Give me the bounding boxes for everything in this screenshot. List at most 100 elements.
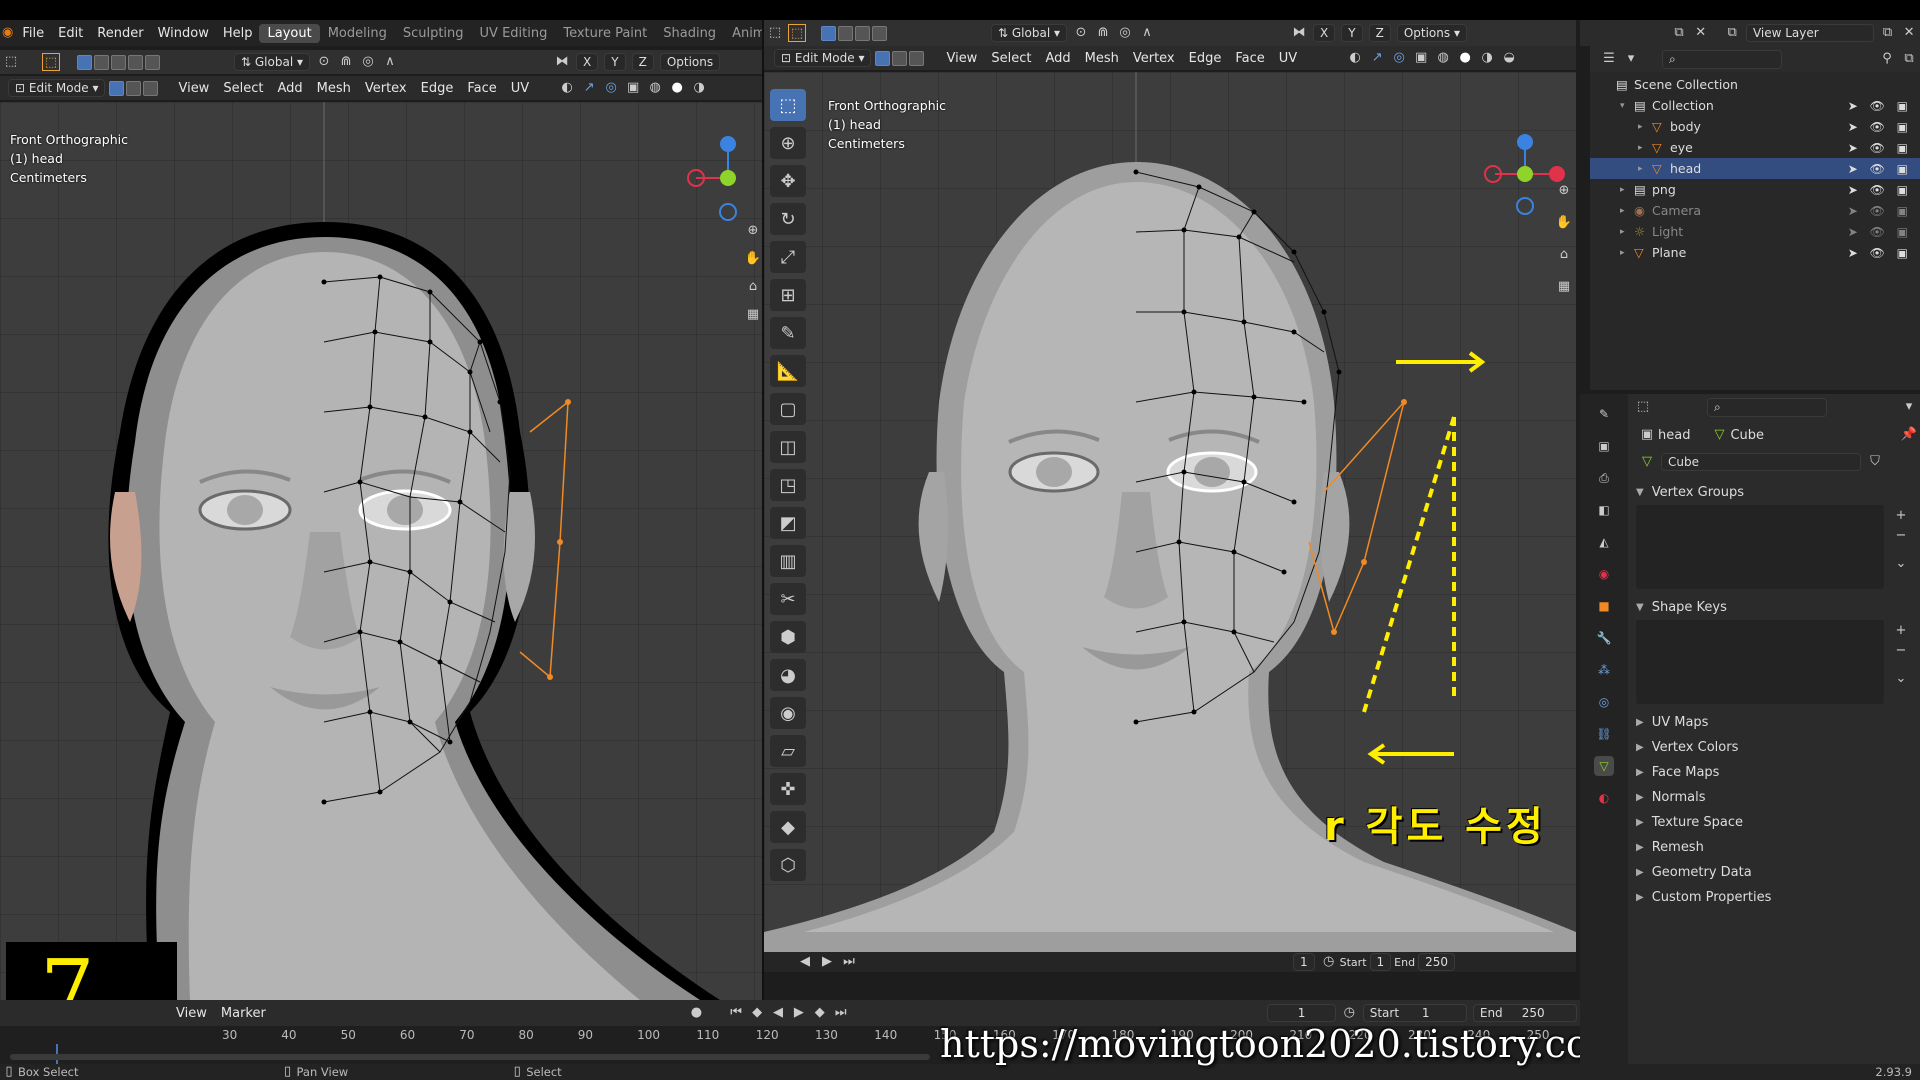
- wireframe-shading-icon[interactable]: ◍: [1434, 49, 1452, 67]
- smooth-tool[interactable]: ◉: [770, 697, 806, 729]
- expand-arrow-icon[interactable]: ▸: [1638, 164, 1652, 174]
- pin-icon[interactable]: 📌: [1900, 426, 1918, 444]
- extrude-tool[interactable]: ◫: [770, 431, 806, 463]
- shape-key-specials-icon[interactable]: ⌄: [1892, 670, 1910, 688]
- right-3d-viewport[interactable]: Front Orthographic (1) head Centimeters …: [764, 72, 1576, 972]
- property-section-collapsed[interactable]: ▶ Remesh: [1628, 835, 1920, 860]
- mirror-x-toggle[interactable]: X: [1313, 24, 1336, 42]
- options-dropdown[interactable]: Options: [659, 53, 721, 71]
- add-shape-key-icon[interactable]: +: [1892, 622, 1910, 640]
- timeline-menu-marker[interactable]: Marker: [214, 1006, 273, 1021]
- section-shape-keys[interactable]: ▼ Shape Keys: [1628, 595, 1920, 620]
- right-menu-view[interactable]: View: [939, 51, 984, 66]
- menu-window[interactable]: Window: [151, 26, 216, 41]
- end-frame-field[interactable]: End 250: [1472, 1004, 1578, 1022]
- outliner-row[interactable]: ▸ ☼ Light ➤ 👁 ▣: [1590, 221, 1920, 242]
- outliner-row[interactable]: ▸ ▽ head ➤ 👁 ▣: [1590, 158, 1920, 179]
- editor-type-icon[interactable]: ⬚: [2, 53, 20, 71]
- property-section-collapsed[interactable]: ▶ Vertex Colors: [1628, 735, 1920, 760]
- jump-end-icon[interactable]: ⏭: [832, 1004, 849, 1022]
- properties-editor[interactable]: ⬚ ⌕ ▾ ▣ head ▽ Cube 📌 ▽ Cube ⛉ ▼ Vertex G…: [1628, 394, 1920, 1064]
- output-props-icon[interactable]: ⎙: [1594, 468, 1614, 488]
- end-field[interactable]: 250: [1418, 953, 1455, 971]
- left-menu-uv[interactable]: UV: [504, 81, 536, 96]
- visibility-toggles-icon[interactable]: ➤ 👁 ▣: [1848, 204, 1912, 218]
- mirror-icon[interactable]: ⧓: [1290, 24, 1308, 42]
- fake-user-icon[interactable]: ⛉: [1866, 453, 1884, 471]
- right-menu-face[interactable]: Face: [1228, 51, 1271, 66]
- tab-modeling[interactable]: Modeling: [320, 24, 395, 43]
- filter-icon[interactable]: ⚲: [1878, 50, 1896, 68]
- left-3d-viewport[interactable]: Front Orthographic (1) head Centimeters …: [0, 102, 762, 1052]
- pan-hand-icon[interactable]: ✋: [1555, 214, 1573, 232]
- section-vertex-groups[interactable]: ▼ Vertex Groups: [1628, 480, 1920, 505]
- camera-view-icon[interactable]: ⌂: [744, 278, 762, 296]
- mode-extend-icon[interactable]: [838, 25, 853, 41]
- measure-tool[interactable]: 📐: [770, 355, 806, 387]
- mesh-browse-icon[interactable]: ▽: [1638, 453, 1656, 471]
- mirror-y-toggle[interactable]: Y: [1341, 24, 1363, 42]
- rendered-shading-icon[interactable]: ◒: [1500, 49, 1518, 67]
- remove-vertex-group-icon[interactable]: −: [1892, 527, 1910, 545]
- material-shading-icon[interactable]: ◑: [1478, 49, 1496, 67]
- proportional-edit-icon[interactable]: ◎: [1116, 24, 1134, 42]
- vertex-select-icon[interactable]: [109, 80, 125, 96]
- shape-keys-listbox[interactable]: [1636, 620, 1884, 704]
- snap-icon[interactable]: ⋒: [337, 53, 355, 71]
- tool-props-icon[interactable]: ✎: [1594, 404, 1614, 424]
- vertex-group-specials-icon[interactable]: ⌄: [1892, 555, 1910, 573]
- mesh-data-props-icon[interactable]: ▽: [1594, 756, 1614, 776]
- scale-tool[interactable]: ⤢: [770, 241, 806, 273]
- mode-invert-icon[interactable]: [128, 54, 143, 70]
- play-reverse-icon[interactable]: ◀: [796, 953, 814, 971]
- area-divider[interactable]: [762, 20, 764, 1000]
- mode-extend-icon[interactable]: [94, 54, 109, 70]
- solid-shading-icon[interactable]: ●: [1456, 49, 1474, 67]
- expand-arrow-icon[interactable]: ▸: [1620, 248, 1634, 258]
- vertex-select-icon[interactable]: [875, 50, 891, 66]
- ortho-grid-icon[interactable]: ▦: [744, 306, 762, 324]
- left-menu-vertex[interactable]: Vertex: [358, 81, 414, 96]
- right-menu-mesh[interactable]: Mesh: [1078, 51, 1126, 66]
- add-cube-tool[interactable]: ▢: [770, 393, 806, 425]
- keyframe-prev-icon[interactable]: ◆: [749, 1004, 766, 1022]
- jump-start-icon[interactable]: ⏮: [728, 1004, 745, 1022]
- mode-subtract-icon[interactable]: [855, 25, 870, 41]
- bevel-tool[interactable]: ◩: [770, 507, 806, 539]
- expand-arrow-icon[interactable]: ▸: [1620, 206, 1634, 216]
- mirror-icon[interactable]: ⧓: [553, 53, 571, 71]
- add-vertex-group-icon[interactable]: +: [1892, 507, 1910, 525]
- cursor-tool[interactable]: ⊕: [770, 127, 806, 159]
- mirror-z-toggle[interactable]: Z: [631, 53, 654, 71]
- mode-intersect-icon[interactable]: [145, 54, 160, 70]
- editor-type-icon[interactable]: ⬚: [766, 24, 784, 42]
- outliner-row[interactable]: ▸ ▽ eye ➤ 👁 ▣: [1590, 137, 1920, 158]
- visibility-toggles-icon[interactable]: ➤ 👁 ▣: [1848, 225, 1912, 239]
- modifier-props-icon[interactable]: 🔧: [1594, 628, 1614, 648]
- tab-uv-editing[interactable]: UV Editing: [472, 24, 556, 43]
- tab-layout[interactable]: Layout: [259, 23, 320, 43]
- remove-shape-key-icon[interactable]: −: [1892, 642, 1910, 660]
- world-props-icon[interactable]: ◉: [1594, 564, 1614, 584]
- expand-arrow-icon[interactable]: ▸: [1620, 227, 1634, 237]
- view-layer-icon[interactable]: ⧉: [1723, 24, 1741, 42]
- expand-arrow-icon[interactable]: ▾: [1620, 101, 1634, 111]
- new-view-layer-icon[interactable]: ⧉: [1879, 24, 1897, 42]
- left-menu-face[interactable]: Face: [460, 81, 503, 96]
- outliner-row[interactable]: ▤ Scene Collection: [1590, 74, 1920, 95]
- play-reverse-icon[interactable]: ◀: [770, 1004, 787, 1022]
- view-layer-field[interactable]: View Layer: [1745, 24, 1874, 42]
- new-collection-icon[interactable]: ⧉: [1900, 50, 1918, 68]
- outliner-row[interactable]: ▾ ▤ Collection ➤ 👁 ▣: [1590, 95, 1920, 116]
- transform-tool[interactable]: ⊞: [770, 279, 806, 311]
- mirror-z-toggle[interactable]: Z: [1368, 24, 1391, 42]
- tab-animation[interactable]: Animatio: [724, 24, 762, 43]
- properties-editor-type-icon[interactable]: ⬚: [1634, 398, 1652, 416]
- visibility-toggles-icon[interactable]: ➤ 👁 ▣: [1848, 141, 1912, 155]
- vertex-groups-listbox[interactable]: [1636, 505, 1884, 589]
- left-menu-edge[interactable]: Edge: [414, 81, 461, 96]
- pan-hand-icon[interactable]: ✋: [744, 250, 762, 268]
- poly-build-tool[interactable]: ⬢: [770, 621, 806, 653]
- mode-subtract-icon[interactable]: [111, 54, 126, 70]
- visibility-toggles-icon[interactable]: ➤ 👁 ▣: [1848, 99, 1912, 113]
